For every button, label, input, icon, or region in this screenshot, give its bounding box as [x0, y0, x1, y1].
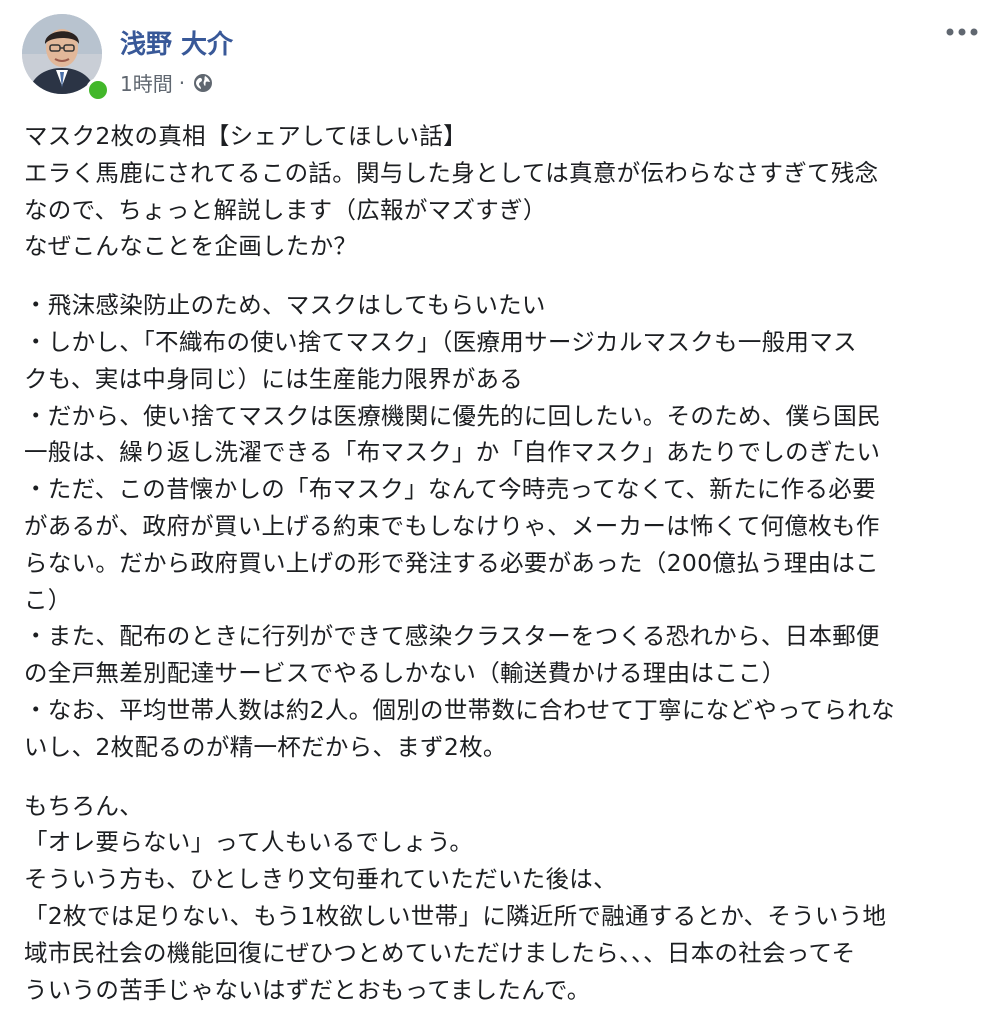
post-timestamp[interactable]: 1時間 — [120, 68, 173, 97]
post-text-line: クも、実は中身同じ）には生産能力限界がある — [24, 364, 524, 393]
post-text-line: もちろん、 — [24, 791, 143, 820]
post-text-line: ・また、配布のときに行列ができて感染クラスターをつくる恐れから、日本郵便 — [24, 622, 880, 651]
post-text-line: ・しかし、「不織布の使い捨てマスク」（医療用サージカルマスクも一般用マス — [24, 327, 857, 356]
post-text-line: なぜこんなことを企画したか？ — [24, 232, 358, 261]
post-text-line: ・ただ、この昔懐かしの「布マスク」なんて今時売ってなくて、新たに作る必要 — [24, 475, 876, 504]
post-text-line: エラく馬鹿にされてるこの話。関与した身としては真意が伝わらなさすぎて残念 — [24, 158, 879, 187]
meta-separator: · — [178, 70, 186, 95]
globe-icon[interactable] — [193, 73, 213, 93]
post-text-line: 「オレ要らない」って人もいるでしょう。 — [24, 828, 474, 857]
post-text-line: らない。だから政府買い上げの形で発注する必要があった（200億払う理由はこ — [24, 548, 879, 577]
more-options-button[interactable] — [940, 16, 984, 48]
post-text-line: があるが、政府が買い上げる約束でもしなけりゃ、メーカーは怖くて何億枚も作 — [24, 511, 880, 540]
post-text-line: 一般は、繰り返し洗濯できる「布マスク」か「自作マスク」あたりでしのぎたい — [24, 438, 881, 467]
post-title-line: マスク2枚の真相【シェアしてほしい話】 — [24, 122, 467, 150]
post-body: マスク2枚の真相【シェアしてほしい話】 エラく馬鹿にされてるこの話。関与した身と… — [24, 118, 984, 1030]
author-name[interactable]: 浅野 大介 — [120, 24, 233, 61]
post-text-line: そういう方も、ひとしきり文句垂れていただいた後は、 — [24, 865, 617, 894]
post-paragraph-closing: もちろん、 「オレ要らない」って人もいるでしょう。 そういう方も、ひとしきり文句… — [24, 788, 984, 1009]
post-text-line: なので、ちょっと解説します（広報がマズすぎ） — [24, 195, 547, 224]
post-paragraph-intro: マスク2枚の真相【シェアしてほしい話】 エラく馬鹿にされてるこの話。関与した身と… — [24, 118, 984, 265]
post-text-line: ういうの苦手じゃないはずだとおもってましたんで。 — [24, 975, 591, 1004]
post-text-line: の全戸無差別配達サービスでやるしかない（輸送費かける理由はここ） — [24, 659, 786, 688]
post-meta: 1時間 · — [120, 68, 213, 97]
post-paragraph-bullets: ・飛沫感染防止のため、マスクはしてもらいたい ・しかし、「不織布の使い捨てマスク… — [24, 287, 984, 765]
post-text-line: 域市民社会の機能回復にぜひつとめていただけましたら、、、日本の社会ってそ — [24, 938, 856, 967]
post-text-line: いし、2枚配るのが精一杯だから、まず2枚。 — [24, 732, 507, 761]
facebook-post: 浅野 大介 1時間 · マスク2枚の真相【シェアしてほしい話】 エラく馬鹿にされ… — [0, 0, 1004, 1024]
post-text-line: ・飛沫感染防止のため、マスクはしてもらいたい — [24, 291, 546, 320]
post-text-line: 「2枚では足りない、もう1枚欲しい世帯」に隣近所で融通するとか、そういう地 — [24, 901, 887, 930]
post-text-line: こ） — [24, 585, 72, 614]
online-status-dot — [86, 78, 110, 102]
post-text-line: ・だから、使い捨てマスクは医療機関に優先的に回したい。そのため、僕ら国民 — [24, 401, 881, 430]
post-header: 浅野 大介 1時間 · — [20, 10, 984, 102]
more-options-icon — [946, 28, 978, 36]
post-text-line: ・なお、平均世帯人数は約2人。個別の世帯数に合わせて丁寧になどやってられな — [24, 695, 895, 724]
